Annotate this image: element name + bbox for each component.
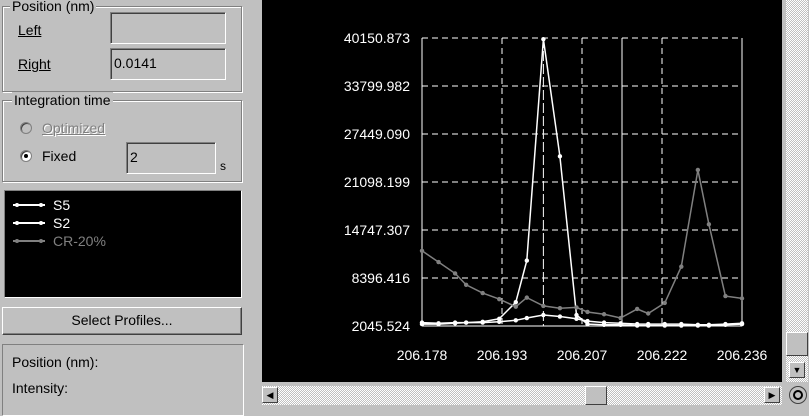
intensity-readout-label: Intensity: xyxy=(12,380,69,396)
data-point xyxy=(695,167,701,173)
left-label: Left xyxy=(18,22,42,38)
data-point xyxy=(436,259,441,265)
data-point xyxy=(695,322,701,328)
seconds-unit: s xyxy=(220,159,226,173)
data-point xyxy=(646,311,651,316)
scroll-down-button[interactable]: ▼ xyxy=(789,362,805,378)
data-point xyxy=(618,315,623,321)
data-point xyxy=(585,318,590,324)
data-point xyxy=(662,321,667,327)
y-tick-label: 27449.090 xyxy=(344,126,410,142)
data-point xyxy=(601,320,607,325)
data-point xyxy=(541,312,546,318)
x-tick-label: 206.222 xyxy=(637,347,688,363)
data-point xyxy=(541,303,546,309)
vertical-scrollbar[interactable] xyxy=(786,0,808,382)
spectrum-chart: 40150.873 33799.982 27449.090 21098.199 1474… xyxy=(344,30,768,363)
fixed-radio[interactable] xyxy=(20,150,32,162)
y-tick-label: 14747.307 xyxy=(344,222,410,238)
scroll-right-button[interactable]: ▶ xyxy=(764,387,780,403)
select-profiles-button[interactable]: Select Profiles... xyxy=(2,307,242,335)
left-input[interactable] xyxy=(110,12,226,44)
data-point xyxy=(634,306,640,312)
data-point xyxy=(662,300,667,306)
data-point xyxy=(634,321,640,327)
data-point xyxy=(513,304,518,309)
data-point xyxy=(574,316,579,321)
data-point xyxy=(574,312,579,318)
data-point xyxy=(480,290,485,296)
zoom-icon[interactable] xyxy=(789,386,807,404)
data-point xyxy=(601,312,607,317)
position-group-title: Position (nm) xyxy=(10,0,97,14)
horizontal-scrollbar[interactable] xyxy=(262,386,782,405)
right-input[interactable]: 0.0141 xyxy=(110,48,226,80)
x-tick-label: 206.178 xyxy=(397,347,448,363)
data-point xyxy=(513,318,518,323)
spectrum-plot-area[interactable]: 40150.873 33799.982 27449.090 21098.199 1474… xyxy=(262,0,782,382)
data-point xyxy=(739,321,745,326)
data-point xyxy=(574,305,579,310)
profile-item-s5[interactable]: S5 xyxy=(53,197,70,213)
x-tick-label: 206.207 xyxy=(557,347,608,363)
data-point xyxy=(419,248,425,253)
profile-item-s2[interactable]: S2 xyxy=(53,215,70,231)
fixed-label: Fixed xyxy=(42,148,77,164)
data-point xyxy=(679,321,684,327)
data-point xyxy=(524,295,530,300)
data-point xyxy=(419,321,425,327)
profiles-list[interactable]: S5 S2 CR-20% xyxy=(4,190,242,298)
data-point xyxy=(646,321,651,327)
right-label: Right xyxy=(18,56,51,72)
data-point xyxy=(618,321,623,326)
data-point xyxy=(557,306,563,311)
data-point xyxy=(739,296,745,301)
position-readout-label: Position (nm): xyxy=(12,354,99,370)
scroll-left-button[interactable]: ◀ xyxy=(262,387,278,403)
data-point xyxy=(706,222,712,227)
x-tick-label: 206.236 xyxy=(717,347,768,363)
optimized-label: Optimized xyxy=(42,120,106,136)
data-point xyxy=(723,293,728,299)
data-point xyxy=(557,154,563,159)
y-tick-label: 2045.524 xyxy=(352,318,411,334)
data-point xyxy=(557,314,563,319)
integration-group-title: Integration time xyxy=(12,92,113,108)
data-point xyxy=(524,315,530,321)
data-point xyxy=(497,296,502,302)
data-point xyxy=(585,309,590,315)
data-point xyxy=(524,258,530,263)
data-point xyxy=(679,264,684,269)
data-point xyxy=(463,282,469,287)
data-point xyxy=(452,321,458,326)
data-point xyxy=(463,320,469,325)
y-tick-label: 21098.199 xyxy=(344,174,410,190)
y-tick-label: 40150.873 xyxy=(344,30,410,46)
data-point xyxy=(436,321,441,327)
data-point xyxy=(513,299,518,305)
horizontal-scrollbar-thumb[interactable] xyxy=(585,386,607,405)
data-point xyxy=(723,321,728,327)
vertical-scrollbar-thumb[interactable] xyxy=(786,332,808,356)
data-point xyxy=(541,36,546,42)
x-tick-label: 206.193 xyxy=(477,347,528,363)
data-point xyxy=(497,319,502,325)
profile-item-cr20[interactable]: CR-20% xyxy=(53,233,106,249)
data-point xyxy=(706,322,712,328)
data-point xyxy=(452,271,458,276)
y-tick-label: 33799.982 xyxy=(344,78,410,94)
fixed-time-input[interactable]: 2 xyxy=(126,142,216,174)
optimized-radio[interactable] xyxy=(20,122,32,134)
data-point xyxy=(480,320,485,325)
y-tick-label: 8396.416 xyxy=(352,270,411,286)
